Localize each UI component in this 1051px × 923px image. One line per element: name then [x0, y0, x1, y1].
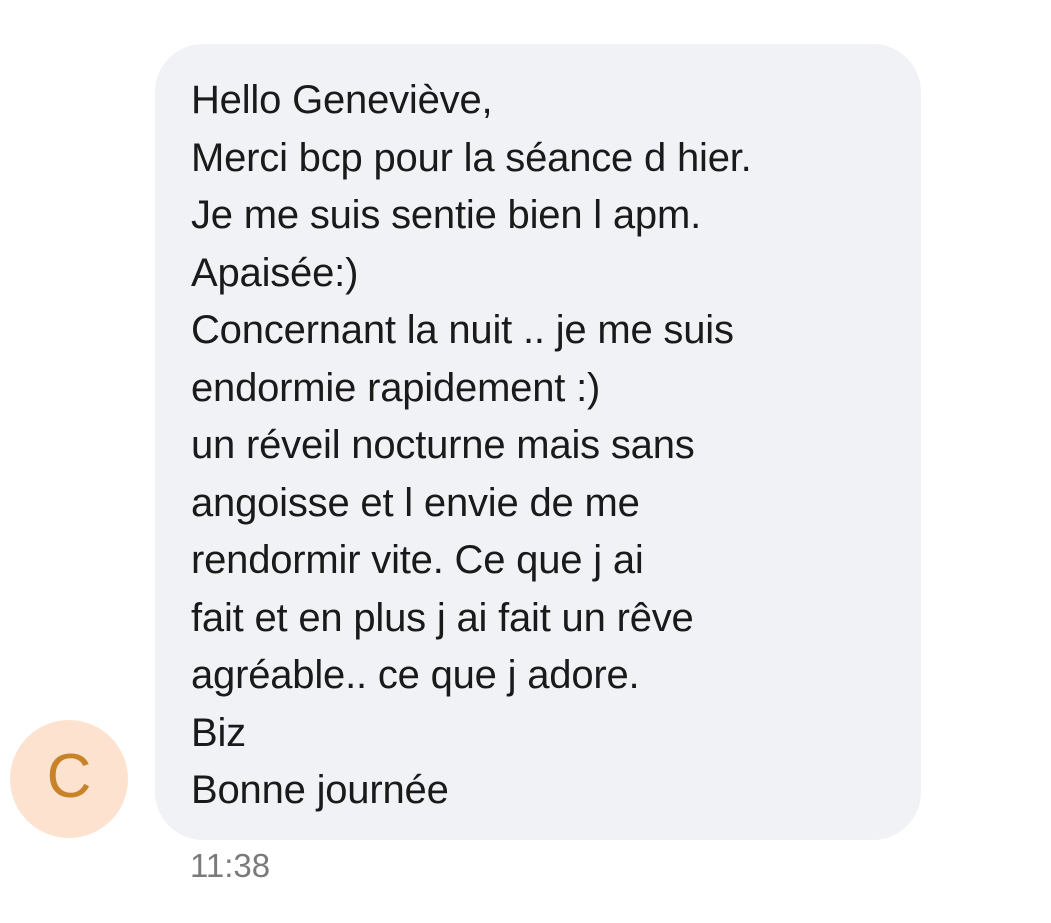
- avatar-initial: C: [46, 742, 92, 811]
- message-bubble[interactable]: Hello Geneviève, Merci bcp pour la séanc…: [155, 44, 921, 840]
- message-line: un réveil nocturne mais sans: [191, 423, 695, 467]
- message-line: fait et en plus j ai fait un rêve: [191, 595, 694, 640]
- message-line: Merci bcp pour la séance d hier.: [191, 135, 752, 180]
- message-timestamp: 11:38: [190, 847, 271, 884]
- message-line: Concernant la nuit .. je me suis: [191, 308, 734, 352]
- message-line: endormie rapidement :): [191, 365, 601, 410]
- message-line: Je me suis sentie bien l apm.: [191, 193, 702, 237]
- message-line: angoisse et l envie de me: [191, 480, 640, 525]
- message-line: rendormir vite. Ce que j ai: [191, 538, 644, 582]
- message-line: Apaisée:): [191, 250, 359, 295]
- message-line: agréable.. ce que j adore.: [191, 653, 640, 697]
- message-line: Biz: [191, 710, 246, 755]
- received-message-row: C Hello Geneviève, Merci bcp pour la séa…: [0, 0, 1051, 923]
- contact-avatar[interactable]: C: [10, 720, 128, 838]
- message-line: Bonne journée: [191, 768, 449, 812]
- message-line: Hello Geneviève,: [191, 78, 493, 122]
